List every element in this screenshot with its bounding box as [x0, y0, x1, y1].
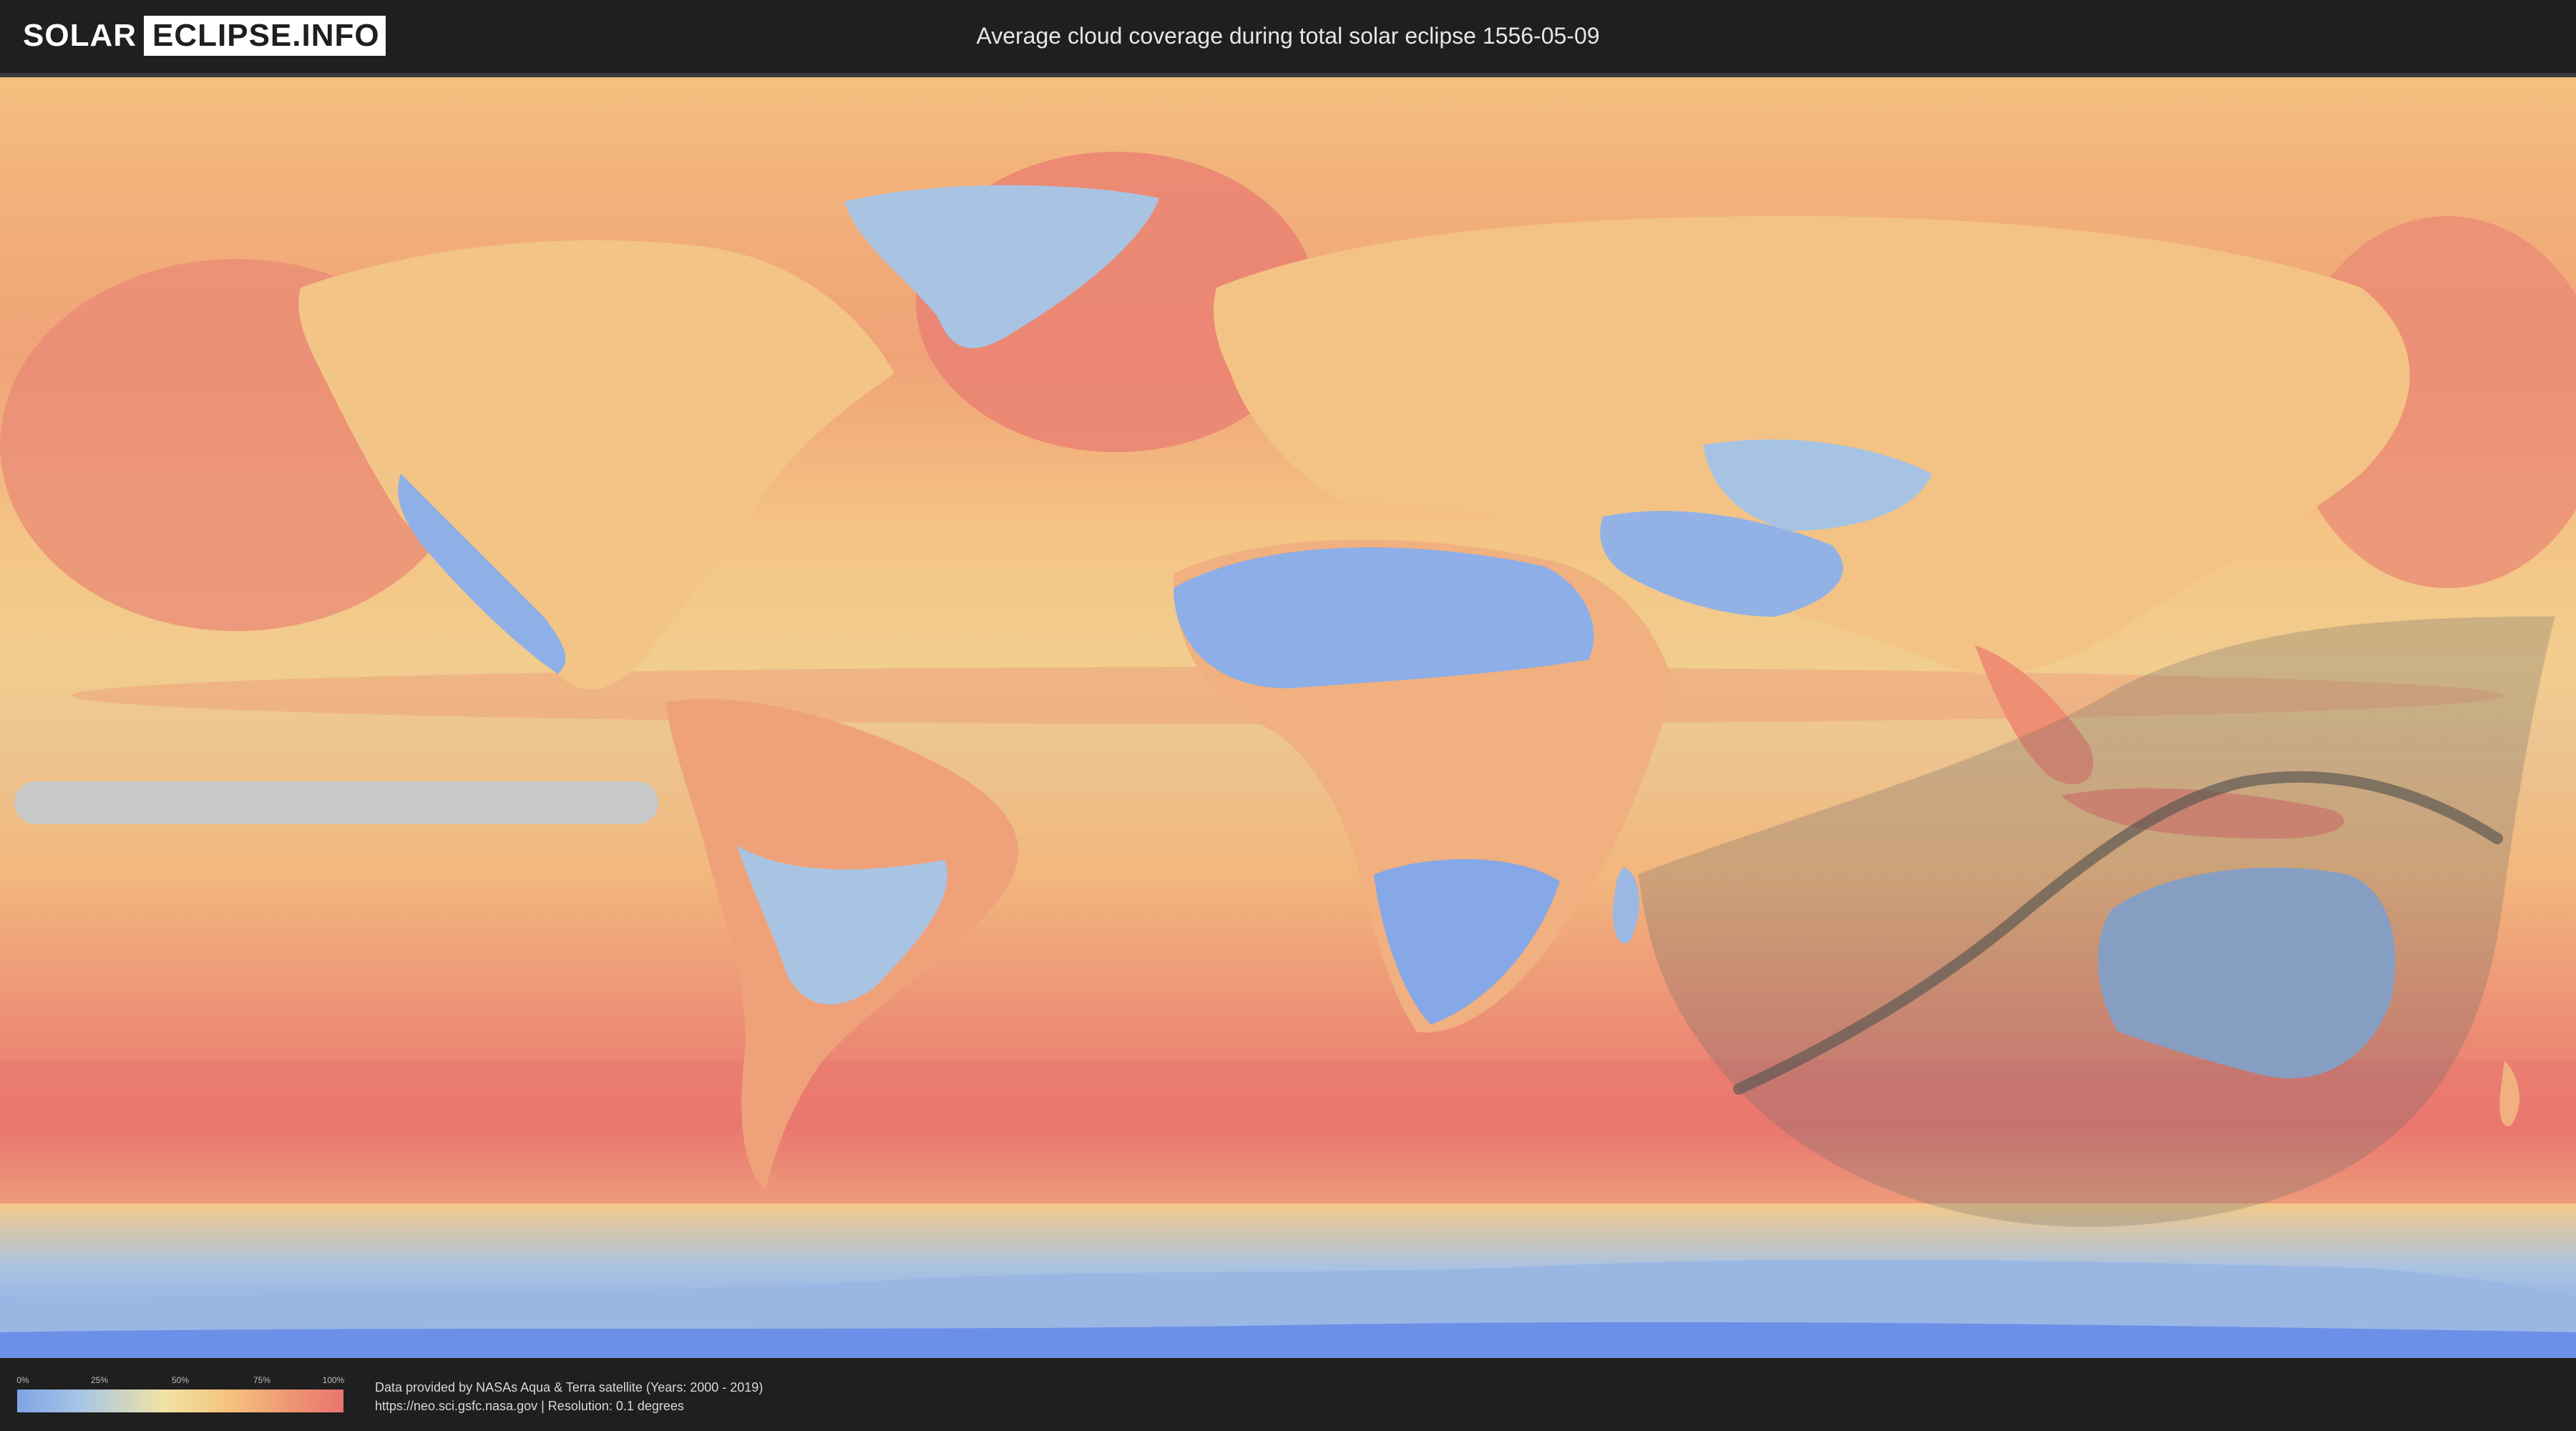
page-title: Average cloud coverage during total sola… [976, 23, 1600, 49]
credits-line-2[interactable]: https://neo.sci.gsfc.nasa.gov | Resoluti… [375, 1397, 763, 1415]
cloud-coverage-legend: 0% 25% 50% 75% 100% [16, 1375, 345, 1415]
legend-tick-25: 25% [90, 1375, 109, 1385]
legend-ticks: 0% 25% 50% 75% 100% [16, 1375, 345, 1387]
legend-tick-100: 100% [322, 1375, 345, 1385]
footer-bar: 0% 25% 50% 75% 100% Data provided by NAS… [0, 1358, 2576, 1431]
world-map-svg [0, 77, 2576, 1358]
credits-line-1: Data provided by NASAs Aqua & Terra sate… [375, 1380, 763, 1395]
data-credits: Data provided by NASAs Aqua & Terra sate… [375, 1378, 763, 1415]
legend-color-bar [17, 1390, 343, 1412]
pacific-clear-band [14, 781, 658, 824]
legend-tick-75: 75% [253, 1375, 271, 1385]
header-bar: SOLAR ECLIPSE.INFO Average cloud coverag… [0, 0, 2576, 72]
legend-tick-50: 50% [171, 1375, 190, 1385]
sahara-clear-region [1174, 547, 1594, 688]
cloud-coverage-map[interactable] [0, 73, 2576, 1358]
legend-tick-0: 0% [16, 1375, 29, 1385]
